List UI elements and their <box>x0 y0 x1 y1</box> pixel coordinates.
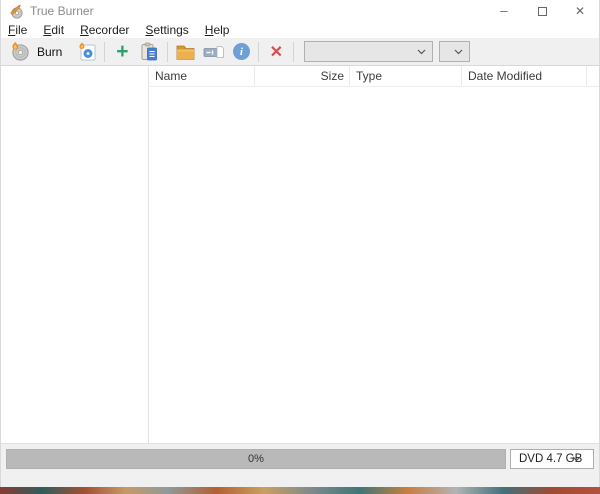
delete-icon: ✕ <box>264 42 288 62</box>
column-header-filler <box>587 66 599 86</box>
column-header-type[interactable]: Type <box>350 66 462 86</box>
minimize-icon: – <box>500 6 507 16</box>
chevron-down-icon <box>417 49 426 55</box>
add-files-button[interactable]: + <box>109 39 135 65</box>
main-area: Name Size Type Date Modified <box>1 66 599 443</box>
erase-disc-button[interactable] <box>74 39 100 65</box>
maximize-icon <box>538 7 547 16</box>
info-icon: i <box>233 43 250 60</box>
menu-item-file[interactable]: File <box>8 23 27 37</box>
desktop-wallpaper-strip <box>0 487 600 494</box>
menu-item-help[interactable]: Help <box>205 23 230 37</box>
burn-disc-icon <box>10 41 31 62</box>
speed-select[interactable] <box>439 41 470 62</box>
file-list-body[interactable] <box>149 87 599 443</box>
toolbar-separator <box>167 42 168 62</box>
delete-button[interactable]: ✕ <box>263 39 289 65</box>
recorder-select[interactable] <box>304 41 433 62</box>
maximize-button[interactable] <box>523 0 561 22</box>
new-folder-button[interactable] <box>172 39 200 65</box>
minimize-button[interactable]: – <box>485 0 523 22</box>
rename-icon <box>203 43 225 61</box>
folder-icon <box>175 42 197 62</box>
file-list: Name Size Type Date Modified <box>149 66 599 443</box>
app-window: True Burner – ✕ File Edit Recorder Setti… <box>0 0 600 487</box>
menu-item-settings[interactable]: Settings <box>145 23 188 37</box>
title-bar: True Burner – ✕ <box>1 0 599 22</box>
close-icon: ✕ <box>575 4 585 18</box>
column-header-size[interactable]: Size <box>255 66 350 86</box>
add-icon: + <box>110 42 134 62</box>
progress-label: 0% <box>248 453 264 465</box>
column-header-name[interactable]: Name <box>149 66 255 86</box>
status-bar: 0% DVD 4.7 GB <box>1 443 599 487</box>
chevron-down-icon <box>454 49 463 55</box>
rename-button[interactable] <box>200 39 228 65</box>
toolbar-separator <box>293 42 294 62</box>
menu-item-recorder[interactable]: Recorder <box>80 23 129 37</box>
paste-icon <box>139 42 159 62</box>
close-button[interactable]: ✕ <box>561 0 599 22</box>
burn-button-label: Burn <box>37 45 62 59</box>
compilation-tree-panel[interactable] <box>1 66 149 443</box>
erase-disc-icon <box>77 42 97 62</box>
file-list-header: Name Size Type Date Modified <box>149 66 599 87</box>
disc-capacity-select[interactable]: DVD 4.7 GB <box>510 449 594 469</box>
window-title: True Burner <box>30 4 94 18</box>
paste-button[interactable] <box>135 39 163 65</box>
toolbar-separator <box>104 42 105 62</box>
column-header-date-modified[interactable]: Date Modified <box>462 66 587 86</box>
toolbar-separator <box>258 42 259 62</box>
progress-bar: 0% <box>6 449 506 469</box>
burn-button[interactable]: Burn <box>6 39 66 65</box>
toolbar: Burn + <box>1 38 599 66</box>
menu-item-edit[interactable]: Edit <box>43 23 64 37</box>
menu-bar: File Edit Recorder Settings Help <box>1 22 599 38</box>
properties-button[interactable]: i <box>228 39 254 65</box>
app-icon <box>9 4 24 19</box>
